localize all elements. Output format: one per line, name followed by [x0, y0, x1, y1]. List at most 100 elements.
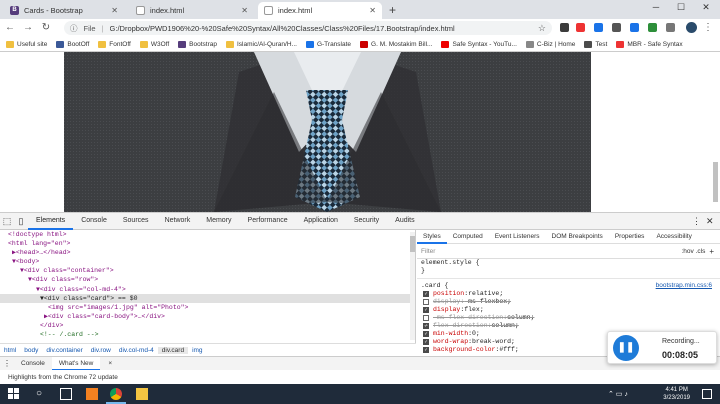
bookmark-star-icon[interactable]: ☆ [538, 23, 546, 34]
task-view-icon[interactable] [60, 388, 72, 400]
source-link[interactable]: bootstrap.min.css:6 [656, 282, 712, 290]
breadcrumb-item[interactable]: div.container [42, 347, 86, 354]
clock[interactable]: 4:41 PM 3/23/2019 [663, 386, 690, 402]
dom-node[interactable]: <img src="images/1.jpg" alt="Photo"> [0, 303, 415, 312]
dom-node[interactable]: </div> [0, 321, 415, 330]
tab-sources[interactable]: Sources [115, 212, 157, 230]
dom-node[interactable]: ▼<div class="col-md-4"> [0, 285, 415, 294]
bookmark-item[interactable]: Test [584, 40, 607, 48]
dom-node[interactable]: <!-- /.card --> [0, 330, 415, 339]
tab-security[interactable]: Security [346, 212, 387, 230]
bookmark-item[interactable]: C-Biz | Home [525, 40, 575, 48]
bookmark-item[interactable]: G. M. Mostakim Bill... [360, 40, 432, 48]
css-declaration[interactable]: ✓ position: relative; [417, 290, 720, 298]
drawer-tab[interactable]: Console [14, 357, 52, 371]
reload-icon[interactable]: ↻ [40, 22, 52, 33]
css-declaration[interactable]: ✓ flex-direction: column; [417, 322, 720, 330]
maximize-icon[interactable]: ☐ [669, 2, 693, 13]
dom-node[interactable]: ▶<head>…</head> [0, 248, 415, 257]
devtools-close-icon[interactable]: ✕ [706, 216, 720, 227]
windows-start-icon[interactable] [8, 388, 20, 400]
inspect-icon[interactable]: ⬚ [0, 216, 14, 227]
breadcrumb-item[interactable]: body [20, 347, 42, 354]
hov-cls-toggle[interactable]: :hov .cls [681, 248, 705, 255]
styles-subtab[interactable]: DOM Breakpoints [546, 230, 609, 244]
bookmark-item[interactable]: BootOff [56, 40, 89, 48]
new-tab-icon[interactable]: + [389, 3, 396, 17]
tab-memory[interactable]: Memory [198, 212, 239, 230]
css-declaration[interactable]: display: -ms-flexbox; [417, 298, 720, 306]
styles-subtab[interactable]: Computed [447, 230, 489, 244]
scroll-thumb[interactable] [410, 236, 415, 252]
close-icon[interactable]: ✕ [111, 6, 118, 15]
tab-application[interactable]: Application [296, 212, 346, 230]
dom-node[interactable]: ▼<div class="container"> [0, 266, 415, 275]
declaration-checkbox[interactable]: ✓ [423, 291, 429, 297]
tab-elements[interactable]: Elements [28, 212, 74, 230]
declaration-checkbox[interactable]: ✓ [423, 331, 429, 337]
bookmark-item[interactable]: FontOff [98, 40, 131, 48]
styles-subtab[interactable]: Event Listeners [489, 230, 546, 244]
bookmark-item[interactable]: Islamic/Al-Quran/H... [225, 40, 297, 48]
tab-audits[interactable]: Audits [387, 212, 422, 230]
css-declaration[interactable]: -ms-flex-direction: column; [417, 314, 720, 322]
styles-subtab[interactable]: Styles [417, 230, 447, 244]
elements-scrollbar[interactable] [410, 232, 415, 340]
declaration-checkbox[interactable]: ✓ [423, 323, 429, 329]
extension-icon[interactable] [576, 23, 585, 32]
new-rule-button[interactable]: + [709, 247, 714, 256]
pause-button[interactable]: ❚❚ [613, 335, 639, 361]
close-icon[interactable]: ✕ [241, 6, 248, 15]
extension-icon[interactable] [666, 23, 675, 32]
declaration-checkbox[interactable]: ✓ [423, 307, 429, 313]
bookmark-item[interactable]: G-Translate [305, 40, 351, 48]
breadcrumb-item[interactable]: div.card [157, 346, 189, 354]
chrome-icon[interactable] [110, 388, 122, 400]
bookmark-item[interactable]: Useful site [6, 40, 47, 48]
camera-icon[interactable] [612, 23, 621, 32]
sublime-icon[interactable] [86, 388, 98, 400]
drawer-menu-icon[interactable]: ⋮ [0, 359, 14, 368]
info-icon[interactable]: ⓘ [70, 23, 78, 34]
breadcrumb-item[interactable]: div.row [87, 347, 115, 354]
declaration-checkbox[interactable] [423, 315, 429, 321]
avatar[interactable] [686, 22, 697, 33]
window-close-icon[interactable]: ✕ [694, 2, 718, 13]
breadcrumb-item[interactable]: img [188, 347, 206, 354]
element-style-rule[interactable]: element.style { [417, 259, 720, 267]
tab-network[interactable]: Network [157, 212, 199, 230]
bookmark-item[interactable]: W3Off [139, 40, 169, 48]
notification-icon[interactable] [702, 389, 712, 399]
declaration-checkbox[interactable]: ✓ [423, 347, 429, 353]
css-declaration[interactable]: ✓ display: flex; [417, 306, 720, 314]
styles-subtab[interactable]: Properties [609, 230, 651, 244]
search-icon[interactable]: ○ [36, 388, 48, 400]
extension-icon[interactable] [594, 23, 603, 32]
declaration-checkbox[interactable] [423, 299, 429, 305]
extension-icon[interactable] [560, 23, 569, 32]
dom-node[interactable]: <!doctype html> [0, 230, 415, 239]
filter-input[interactable]: Filter [421, 248, 435, 255]
tab-performance[interactable]: Performance [240, 212, 296, 230]
more-tabs-icon[interactable]: ⋮ [692, 216, 706, 227]
card-rule-header[interactable]: .card { bootstrap.min.css:6 [417, 282, 720, 290]
bookmark-item[interactable]: Bootstrap [178, 40, 217, 48]
dom-node[interactable]: ▼<div class="row"> [0, 275, 415, 284]
menu-icon[interactable]: ⋮ [702, 22, 714, 33]
dom-node[interactable]: ▶<div class="card-body">…</div> [0, 312, 415, 321]
drawer-tab-close-icon[interactable]: × [108, 360, 112, 367]
file-explorer-icon[interactable] [136, 388, 148, 400]
back-icon[interactable]: ← [4, 22, 16, 33]
bookmark-item[interactable]: Safe Syntax - YouTu... [441, 40, 517, 48]
minimize-icon[interactable]: ─ [644, 2, 668, 12]
page-scrollbar[interactable] [713, 162, 718, 202]
declaration-checkbox[interactable]: ✓ [423, 339, 429, 345]
tab-console[interactable]: Console [73, 212, 115, 230]
breadcrumb-item[interactable]: div.col-md-4 [115, 347, 158, 354]
tray-icons[interactable]: ⌃ ▭ ♪ [608, 390, 628, 398]
dom-node[interactable]: ▼<body> [0, 257, 415, 266]
styles-subtab[interactable]: Accessibility [650, 230, 697, 244]
forward-icon[interactable]: → [22, 22, 34, 33]
dom-node[interactable]: <html lang="en"> [0, 239, 415, 248]
dom-node[interactable]: ▼<div class="card"> == $0 [0, 293, 415, 303]
